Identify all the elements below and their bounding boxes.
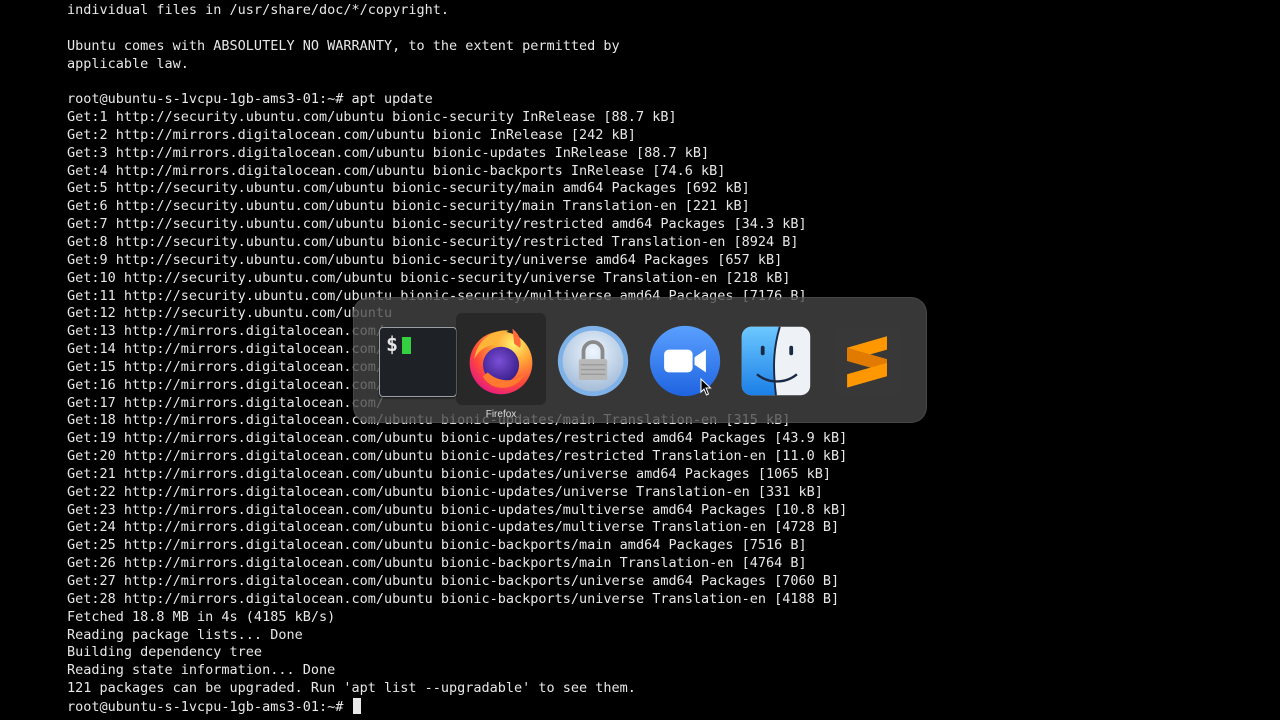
terminal-cursor	[353, 697, 362, 714]
terminal-line: Get:25 http://mirrors.digitalocean.com/u…	[67, 537, 807, 554]
terminal-line: Get:1 http://security.ubuntu.com/ubuntu …	[67, 109, 677, 126]
terminal-prompt: root@ubuntu-s-1vcpu-1gb-ams3-01:~#	[67, 698, 352, 715]
sublime-text-icon	[833, 326, 903, 396]
app-switcher-selected-label: Firefox	[485, 409, 517, 420]
mouse-pointer-icon	[700, 378, 712, 396]
app-switcher-item-terminal[interactable]: $	[373, 313, 463, 405]
keychain-access-icon	[557, 325, 629, 397]
finder-icon	[741, 326, 811, 396]
firefox-icon	[469, 328, 533, 395]
terminal-icon: $	[379, 327, 457, 397]
terminal-line: applicable law.	[67, 55, 189, 72]
terminal-line: Get:24 http://mirrors.digitalocean.com/u…	[67, 519, 840, 536]
app-switcher: $ Firefox	[353, 297, 927, 423]
terminal-line: Reading package lists... Done	[67, 626, 303, 643]
terminal-line: Get:26 http://mirrors.digitalocean.com/u…	[67, 555, 807, 572]
terminal-line: Get:8 http://security.ubuntu.com/ubuntu …	[67, 233, 799, 250]
zoom-icon	[649, 325, 721, 397]
app-switcher-item-finder[interactable]	[731, 313, 821, 405]
terminal-line: Get:21 http://mirrors.digitalocean.com/u…	[67, 465, 832, 482]
terminal-line: individual files in /usr/share/doc/*/cop…	[67, 2, 450, 18]
terminal-line: Get:27 http://mirrors.digitalocean.com/u…	[67, 573, 840, 589]
terminal-line: Get:3 http://mirrors.digitalocean.com/ub…	[67, 144, 710, 161]
terminal-line: Ubuntu comes with ABSOLUTELY NO WARRANTY…	[67, 37, 620, 54]
terminal-line: Get:20 http://mirrors.digitalocean.com/u…	[67, 448, 848, 465]
terminal-line: Get:10 http://security.ubuntu.com/ubuntu…	[67, 269, 791, 286]
terminal-line: Reading state information... Done	[67, 662, 336, 679]
app-switcher-item-sublime-text[interactable]	[823, 313, 913, 405]
terminal-line: Get:22 http://mirrors.digitalocean.com/u…	[67, 483, 823, 500]
terminal-line: 121 packages can be upgraded. Run 'apt l…	[67, 680, 636, 697]
terminal-line: Get:19 http://mirrors.digitalocean.com/u…	[67, 430, 848, 447]
terminal-line: Get:5 http://security.ubuntu.com/ubuntu …	[67, 180, 750, 197]
terminal-prompt-line[interactable]: root@ubuntu-s-1vcpu-1gb-ams3-01:~#	[67, 697, 847, 716]
app-switcher-item-zoom[interactable]	[640, 313, 730, 405]
app-switcher-item-firefox[interactable]: Firefox	[456, 313, 546, 420]
terminal-line: Get:9 http://security.ubuntu.com/ubuntu …	[67, 251, 783, 268]
terminal-line: Get:28 http://mirrors.digitalocean.com/u…	[67, 590, 840, 607]
terminal-line: Fetched 18.8 MB in 4s (4185 kB/s)	[67, 608, 336, 625]
terminal-line: Get:4 http://mirrors.digitalocean.com/ub…	[67, 162, 726, 179]
terminal-line: Building dependency tree	[67, 644, 263, 661]
app-switcher-item-keychain-access[interactable]	[548, 313, 638, 405]
terminal-line: root@ubuntu-s-1vcpu-1gb-ams3-01:~# apt u…	[67, 91, 433, 108]
terminal-line: Get:2 http://mirrors.digitalocean.com/ub…	[67, 126, 636, 143]
terminal-line: Get:6 http://security.ubuntu.com/ubuntu …	[67, 198, 750, 215]
terminal-line: Get:23 http://mirrors.digitalocean.com/u…	[67, 501, 848, 518]
terminal-line: Get:7 http://security.ubuntu.com/ubuntu …	[67, 216, 807, 233]
